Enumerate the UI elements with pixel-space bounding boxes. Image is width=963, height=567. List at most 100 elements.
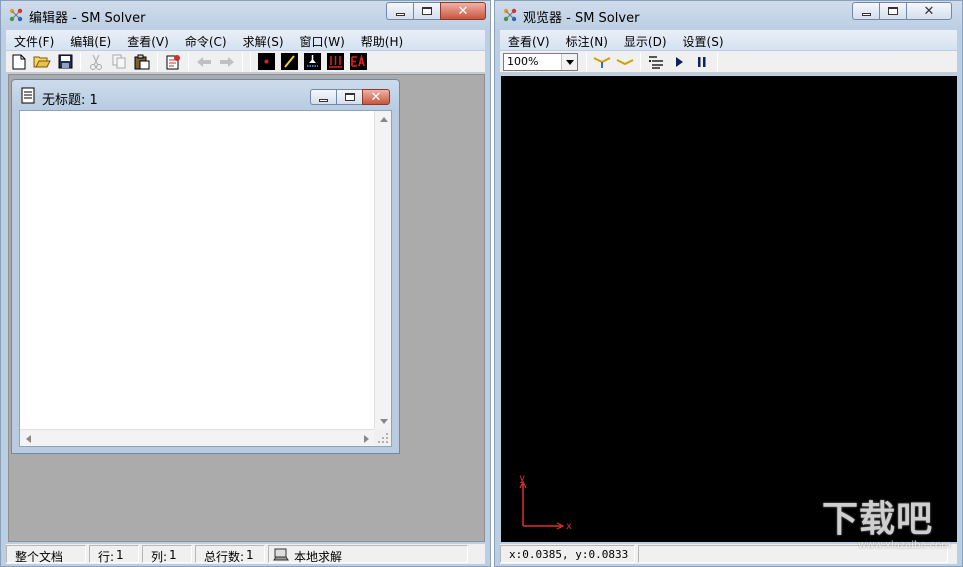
chevron-down-icon[interactable] — [561, 53, 577, 70]
app-icon — [9, 8, 23, 22]
scroll-right-icon[interactable] — [364, 435, 369, 443]
paste-button[interactable] — [132, 52, 152, 72]
copy-button[interactable] — [109, 52, 129, 72]
toolbar-separator — [640, 52, 641, 71]
toolbar-separator — [242, 52, 243, 71]
cut-icon — [90, 54, 102, 70]
close-icon: ✕ — [370, 89, 382, 105]
node-button[interactable] — [256, 52, 276, 72]
status-row-label: 行: — [98, 550, 115, 564]
play-button[interactable] — [669, 52, 689, 72]
document-maximize-button[interactable] — [336, 89, 362, 105]
pause-button[interactable] — [692, 52, 712, 72]
status-mode-text: 本地求解 — [294, 550, 343, 564]
ea-icon — [349, 53, 367, 70]
zoom-value: 100% — [507, 54, 539, 68]
maximize-button[interactable] — [413, 2, 440, 20]
document-icon — [21, 87, 35, 104]
copy-icon — [112, 54, 125, 69]
settings-list-icon — [649, 55, 663, 69]
editor-title: 编辑器 - SM Solver — [29, 11, 146, 26]
watermark-logo: 下载吧 — [822, 499, 934, 540]
menu-display[interactable]: 显示(D) — [616, 30, 675, 50]
toolbar-separator — [586, 52, 587, 71]
axis-y-label: y — [519, 473, 525, 484]
viewer-toolbar: 100% — [500, 51, 957, 73]
watermark-url: www.xiazaiba.com — [858, 540, 951, 551]
zoom-select[interactable]: 100% — [503, 52, 578, 71]
support-button[interactable] — [302, 52, 322, 72]
status-total-value: 1 — [246, 548, 254, 562]
minimize-icon — [395, 12, 405, 16]
close-icon: ✕ — [457, 3, 469, 19]
editor-titlebar[interactable]: 编辑器 - SM Solver ✕ — [1, 1, 490, 29]
expand-button[interactable] — [592, 52, 612, 72]
scroll-up-icon[interactable] — [380, 117, 388, 122]
menu-solve[interactable]: 求解(S) — [235, 30, 292, 50]
toolbar-separator — [717, 52, 718, 71]
menu-view[interactable]: 查看(V) — [119, 30, 177, 50]
maximize-button[interactable] — [879, 2, 906, 20]
viewer-titlebar[interactable]: 观览器 - SM Solver ✕ — [495, 1, 962, 29]
computer-icon — [273, 548, 289, 561]
save-icon — [58, 54, 72, 69]
solve-button[interactable] — [163, 52, 183, 72]
ea-button[interactable] — [348, 52, 368, 72]
document-text-area[interactable] — [19, 110, 392, 447]
save-button[interactable] — [55, 52, 75, 72]
watermark: 下载吧 www.xiazaiba.com — [822, 500, 957, 560]
menu-view[interactable]: 查看(V) — [500, 30, 558, 50]
play-icon — [676, 56, 683, 67]
back-button[interactable] — [194, 52, 214, 72]
viewer-caption-buttons: ✕ — [852, 2, 952, 20]
status-coordinates: x:0.0385, y:0.0833 — [500, 545, 635, 563]
status-solve-mode: 本地求解 — [268, 545, 468, 564]
coordinate-readout: x:0.0385, y:0.0833 — [509, 548, 629, 561]
new-file-button[interactable] — [9, 52, 29, 72]
settings-list-button[interactable] — [646, 52, 666, 72]
status-scope: 整个文档 — [6, 545, 86, 564]
document-close-button[interactable]: ✕ — [362, 89, 390, 105]
status-total-label: 总行数: — [204, 550, 245, 564]
maximize-icon — [422, 7, 432, 15]
scroll-down-icon[interactable] — [380, 419, 388, 424]
rod-icon — [280, 53, 298, 70]
vertical-scrollbar[interactable] — [374, 111, 391, 430]
scroll-left-icon[interactable] — [26, 435, 31, 443]
size-grip[interactable] — [374, 429, 391, 446]
minimize-button[interactable] — [386, 2, 413, 20]
close-button[interactable]: ✕ — [906, 2, 952, 20]
toolbar-separator — [250, 52, 251, 71]
load-button[interactable] — [325, 52, 345, 72]
maximize-icon — [344, 93, 355, 101]
viewer-title: 观览器 - SM Solver — [523, 11, 640, 26]
menu-edit[interactable]: 编辑(E) — [62, 30, 119, 50]
paste-icon — [134, 54, 150, 69]
maximize-icon — [888, 7, 898, 15]
load-icon — [326, 53, 344, 70]
close-button[interactable]: ✕ — [440, 2, 486, 20]
editor-menubar: 文件(F) 编辑(E) 查看(V) 命令(C) 求解(S) 窗口(W) 帮助(H… — [6, 30, 485, 50]
menu-annotate[interactable]: 标注(N) — [558, 30, 616, 50]
minimize-button[interactable] — [852, 2, 879, 20]
cut-button[interactable] — [86, 52, 106, 72]
horizontal-scrollbar[interactable] — [20, 429, 375, 446]
menu-help[interactable]: 帮助(H) — [353, 30, 411, 50]
status-col-label: 列: — [151, 550, 168, 564]
editor-statusbar: 整个文档 行: 1 列: 1 总行数: 1 本地求解 — [6, 544, 485, 564]
rod-button[interactable] — [279, 52, 299, 72]
viewer-canvas[interactable]: y x — [501, 76, 957, 542]
mdi-client-area: 无标题: 1 ✕ — [8, 74, 485, 542]
forward-button[interactable] — [217, 52, 237, 72]
menu-file[interactable]: 文件(F) — [6, 30, 62, 50]
minimize-icon — [319, 98, 328, 102]
collapse-button[interactable] — [615, 52, 635, 72]
open-button[interactable] — [32, 52, 52, 72]
menu-settings[interactable]: 设置(S) — [675, 30, 732, 50]
editor-toolbar — [6, 51, 485, 73]
menu-window[interactable]: 窗口(W) — [292, 30, 353, 50]
document-minimize-button[interactable] — [310, 89, 336, 105]
size-grip-icon — [378, 433, 388, 443]
app-icon — [503, 8, 517, 22]
menu-command[interactable]: 命令(C) — [177, 30, 235, 50]
